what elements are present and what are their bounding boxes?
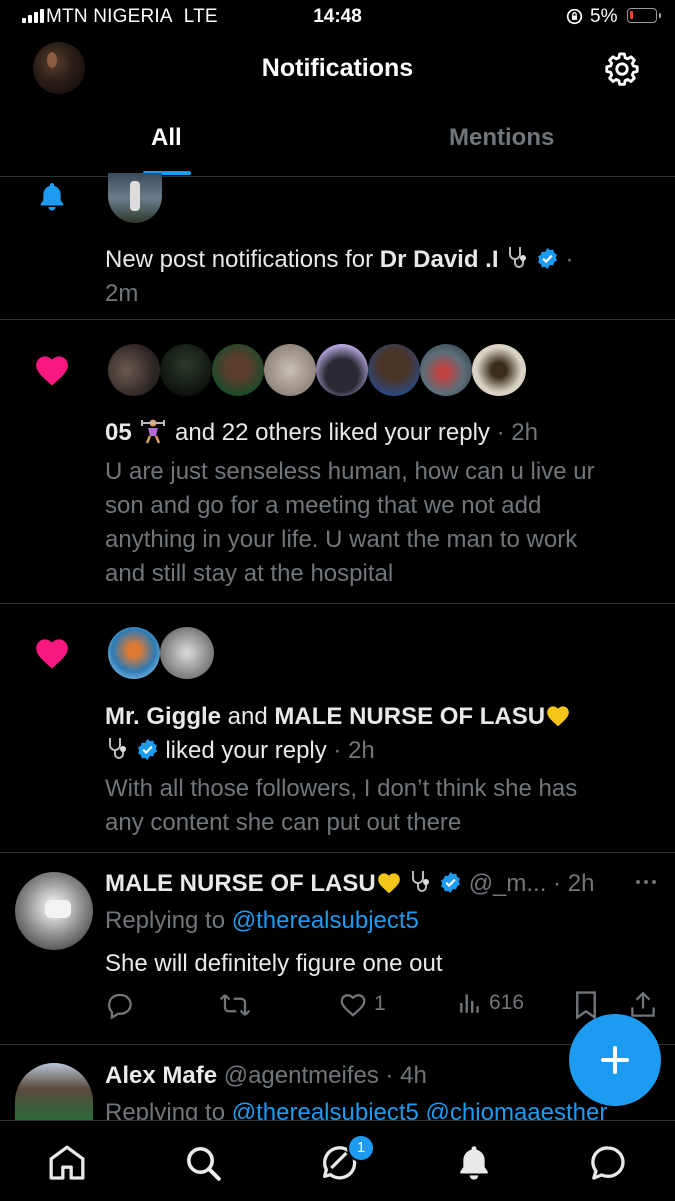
author-name[interactable]: Alex Mafe [105,1062,217,1089]
share-button[interactable] [630,990,656,1020]
timestamp: 4h [400,1062,427,1089]
avatar[interactable] [160,344,212,396]
stethoscope-emoji-icon [412,871,430,892]
views-button[interactable]: 616 [457,990,524,1016]
battery-percent: 5% [590,6,618,27]
like-count: 1 [374,992,386,1015]
avatar[interactable] [108,173,162,223]
views-icon [460,994,479,1013]
heart-icon [36,356,68,386]
like-icon [340,994,366,1017]
author-name[interactable]: Dr David .I [380,246,499,273]
verified-badge-icon [441,871,461,894]
notification-text: 05 and 22 others liked your reply · 2h [105,419,538,446]
divider [0,603,675,604]
replying-to: Replying to @therealsubject5 [105,904,419,938]
settings-gear-icon[interactable] [603,50,641,88]
post-preview: With all those followers, I don’t think … [105,772,577,840]
notification-rest: liked your reply [165,737,327,764]
divider [0,176,675,177]
avatar[interactable] [420,344,472,396]
conjunction: and [221,703,275,730]
post-preview: U are just senseless human, how can u li… [105,455,595,591]
notification-prefix: New post notifications for [105,246,380,273]
timestamp: 2h [348,737,375,764]
author-handle[interactable]: @_m... [469,870,547,897]
bookmark-icon [576,991,596,1020]
person-lifting-weights-emoji-icon [141,419,166,444]
timestamp: 2h [567,870,595,897]
post-actions: 1 616 [105,990,665,1026]
stethoscope-emoji-icon [109,738,126,759]
view-count: 616 [489,991,525,1014]
bookmark-button[interactable] [573,990,599,1020]
home-icon[interactable] [47,1143,87,1183]
replying-label: Replying to [105,907,232,934]
compose-button[interactable] [569,1014,661,1106]
verified-badge-icon [537,247,557,270]
avatar[interactable] [108,344,160,396]
reply-icon [108,993,132,1020]
timestamp: 2m [105,280,139,307]
repost-button[interactable] [218,990,252,1020]
notifications-bell-icon[interactable] [454,1143,494,1183]
heart-icon [36,639,68,669]
search-icon[interactable] [183,1143,223,1183]
avatar[interactable] [264,344,316,396]
yellow-heart-emoji-icon [547,706,569,727]
stethoscope-emoji-icon [509,247,527,268]
post-text: She will definitely figure one out [105,950,443,977]
author-avatar[interactable] [15,872,93,950]
status-bar: MTN NIGERIA LTE 14:48 5% [0,0,675,36]
post-preview-line: and still stay at the hospital [105,560,394,587]
post-preview-line: son and go for a meeting that we not add [105,492,542,519]
avatar[interactable] [160,627,214,679]
post-preview-line: With all those followers, I don’t think … [105,775,578,802]
share-icon [631,991,655,1017]
divider [0,852,675,853]
post-preview-line: anything in your life. U want the man to… [105,526,578,553]
verified-badge-icon [137,738,157,761]
author-handle[interactable]: @agentmeifes [224,1062,379,1089]
tab-all[interactable]: All [151,124,182,152]
author-name[interactable]: 05 [105,419,132,446]
repost-icon [219,994,251,1016]
tab-mentions[interactable]: Mentions [449,124,554,152]
divider [0,319,675,320]
battery-icon [627,8,661,23]
notification-badge: 1 [347,1134,375,1162]
avatar[interactable] [108,627,160,679]
bottom-nav: 1 [0,1120,675,1201]
notification-rest: and 22 others liked your reply [175,419,490,446]
avatar[interactable] [368,344,420,396]
more-options-icon[interactable] [634,876,658,888]
timestamp: 2h [511,419,538,446]
bell-icon [40,183,64,211]
messages-icon[interactable] [588,1143,628,1183]
yellow-heart-emoji-icon [377,873,400,894]
author-avatar[interactable] [15,1063,93,1120]
avatar[interactable] [316,344,368,396]
post-header: Alex Mafe @agentmeifes · 4h [105,1062,427,1089]
avatar[interactable] [212,344,264,396]
replying-to-handle[interactable]: @therealsubject5 [232,907,419,934]
reply-button[interactable] [105,990,135,1020]
notification-text: Mr. Giggle and MALE NURSE OF LASU liked … [105,700,571,768]
liker-name[interactable]: Mr. Giggle [105,703,221,730]
post-header: MALE NURSE OF LASU @_m... · 2h [105,870,595,897]
liker-name[interactable]: MALE NURSE OF LASU [274,703,545,730]
page-title: Notifications [261,54,414,82]
post-preview-line: any content she can put out there [105,809,462,836]
post-preview-line: U are just senseless human, how can u li… [105,458,595,485]
rotation-lock-icon [566,8,583,25]
notification-text: New post notifications for Dr David .I ·… [105,246,574,307]
author-name[interactable]: MALE NURSE OF LASU [105,870,376,897]
avatar[interactable] [472,344,526,396]
like-button[interactable]: 1 [338,990,386,1018]
